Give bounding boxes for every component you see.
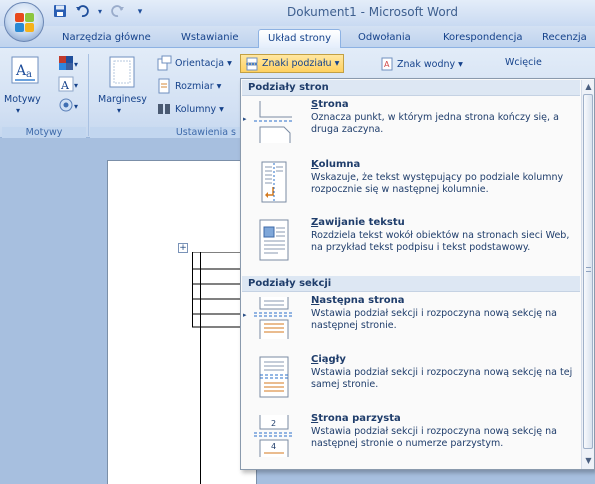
menu-item-description: Wstawia podział sekcji i rozpoczyna nową…	[311, 426, 557, 449]
selection-marker-icon: ▸	[243, 311, 247, 319]
theme-colors-icon[interactable]: ▾	[58, 55, 80, 74]
watermark-icon: A	[381, 57, 393, 71]
margins-button-label[interactable]: Marginesy	[98, 94, 147, 105]
breaks-dropdown-icon: ▾	[334, 58, 340, 69]
watermark-label: Znak wodny	[397, 58, 456, 70]
menu-item-description: Wstawia podział sekcji i rozpoczyna nową…	[311, 308, 557, 331]
tab-mailings[interactable]: Korespondencja	[443, 29, 522, 48]
menu-item-page-break[interactable]: ▸ Strona Oznacza punkt, w którym jedna s…	[242, 99, 580, 159]
tab-insert[interactable]: Wstawianie	[181, 29, 239, 48]
text-wrapping-icon	[259, 219, 289, 261]
columns-button[interactable]: Kolumny ▾	[156, 101, 224, 117]
breaks-dropdown-menu: Podziały stron ▸ Strona Oznacza punkt, w…	[240, 78, 595, 470]
orientation-button[interactable]: Orientacja ▾	[156, 55, 232, 71]
breaks-label: Znaki podziału	[262, 58, 332, 69]
theme-fonts-icon[interactable]: A ▾	[58, 76, 80, 95]
text-cursor-line	[200, 272, 201, 484]
column-break-icon	[261, 161, 287, 203]
watermark-dropdown-icon: ▾	[458, 58, 463, 70]
menu-item-title: Kolumna	[311, 159, 361, 170]
page-break-icon	[254, 101, 294, 143]
even-page-number-2: 2	[271, 419, 276, 428]
orientation-icon	[157, 55, 172, 71]
menu-item-continuous[interactable]: Ciągły Wstawia podział sekcji i rozpoczy…	[242, 354, 580, 414]
menu-item-text-wrapping[interactable]: Zawijanie tekstu Rozdziela tekst wokół o…	[242, 217, 580, 277]
group-separator	[88, 54, 89, 136]
orientation-dropdown-icon: ▾	[227, 57, 232, 69]
columns-icon	[158, 104, 170, 114]
window-title: Dokument1 - Microsoft Word	[286, 5, 458, 19]
menu-item-description: Oznacza punkt, w którym jedna strona koń…	[311, 112, 559, 135]
svg-text:A: A	[60, 79, 70, 92]
menu-item-title: Ciągły	[311, 354, 346, 365]
svg-text:▾: ▾	[74, 102, 78, 111]
themes-icon[interactable]: A a	[11, 56, 39, 84]
scroll-up-arrow-icon[interactable]: ▲	[584, 82, 593, 92]
menu-item-title: Strona parzysta	[311, 413, 401, 424]
menu-item-title: Zawijanie tekstu	[311, 217, 405, 228]
breaks-button[interactable]: Znaki podziału ▾	[240, 54, 345, 73]
margins-icon[interactable]	[108, 56, 136, 91]
columns-dropdown-icon: ▾	[219, 103, 224, 115]
orientation-label: Orientacja	[175, 57, 225, 69]
even-page-number-4: 4	[271, 442, 276, 451]
tab-references[interactable]: Odwołania	[358, 29, 411, 48]
menu-item-even-page[interactable]: 2 4 Strona parzysta Wstawia podział sekc…	[242, 413, 580, 473]
svg-text:▾: ▾	[74, 81, 78, 90]
tab-page-layout[interactable]: Układ strony	[258, 29, 342, 48]
scroll-down-arrow-icon[interactable]: ▼	[584, 456, 593, 466]
themes-dropdown-icon[interactable]: ▾	[16, 106, 20, 115]
breaks-icon	[246, 57, 258, 70]
tab-home[interactable]: Narzędzia główne	[62, 29, 151, 48]
menu-item-description: Wstawia podział sekcji i rozpoczyna nową…	[311, 367, 573, 390]
margins-dropdown-icon[interactable]: ▾	[117, 106, 121, 115]
scroll-thumb[interactable]	[583, 94, 593, 449]
office-button[interactable]	[4, 2, 44, 42]
continuous-section-icon	[259, 356, 289, 398]
theme-effects-icon[interactable]: ▾	[58, 97, 80, 116]
section-header-page-breaks: Podziały stron	[242, 80, 580, 96]
menu-item-description: Wskazuje, że tekst występujący po podzia…	[311, 172, 564, 195]
tab-review[interactable]: Recenzja	[542, 29, 587, 48]
svg-text:▾: ▾	[74, 60, 78, 69]
size-label: Rozmiar	[175, 80, 214, 92]
menu-item-description: Rozdziela tekst wokół obiektów na strona…	[311, 230, 570, 253]
scroll-grip-icon	[586, 267, 591, 272]
svg-text:A: A	[384, 60, 390, 69]
ribbon-tabs: Narzędzia główne Wstawianie Układ strony…	[0, 26, 595, 48]
menu-scrollbar[interactable]: ▲ ▼	[581, 80, 594, 469]
office-logo-icon	[15, 13, 35, 33]
indent-label: Wcięcie	[505, 57, 542, 68]
menu-item-next-page[interactable]: ▸ Następna strona Wstawia podział sekcji…	[242, 295, 580, 355]
themes-button-label[interactable]: Motywy	[4, 94, 41, 105]
size-button[interactable]: Rozmiar ▾	[156, 78, 221, 94]
menu-item-column-break[interactable]: Kolumna Wskazuje, że tekst występujący p…	[242, 159, 580, 219]
title-bar: ▾ ▾ Dokument1 - Microsoft Word	[0, 0, 595, 26]
size-icon	[158, 78, 170, 94]
even-page-section-icon: 2 4	[254, 415, 294, 457]
table-move-handle-icon[interactable]: +	[178, 243, 188, 253]
next-page-section-icon	[254, 297, 294, 339]
size-dropdown-icon: ▾	[216, 80, 222, 92]
svg-text:a: a	[26, 69, 32, 80]
menu-item-title: Strona	[311, 99, 349, 110]
selection-marker-icon: ▸	[243, 115, 247, 123]
section-header-section-breaks: Podziały sekcji	[242, 276, 580, 292]
watermark-button[interactable]: A Znak wodny ▾	[380, 57, 463, 71]
columns-label: Kolumny	[175, 103, 217, 115]
menu-item-title: Następna strona	[311, 295, 405, 306]
